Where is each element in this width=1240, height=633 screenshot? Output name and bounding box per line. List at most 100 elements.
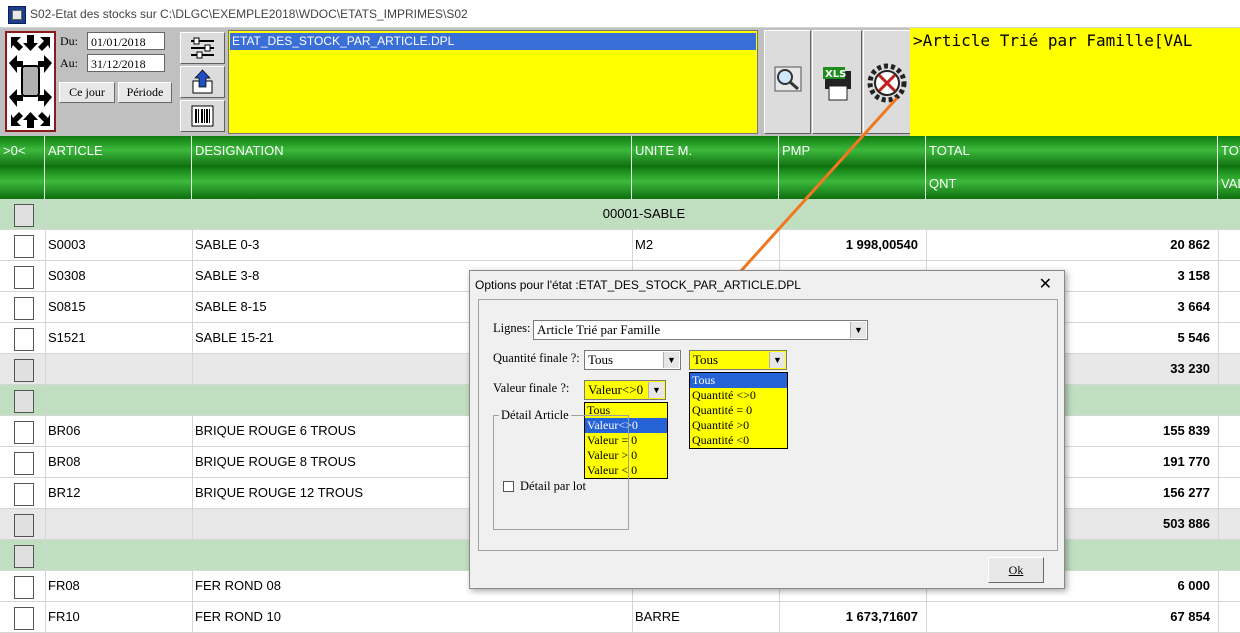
au-date-input[interactable]: 31/12/2018 <box>87 54 165 72</box>
report-list[interactable]: ETAT_DES_STOCK_PAR_ARTICLE.DPL <box>228 30 758 134</box>
valeur-finale-label: Valeur finale ?: <box>493 381 570 395</box>
grid-divider <box>45 199 46 229</box>
periode-button[interactable]: Période <box>118 82 172 103</box>
row-checkbox[interactable] <box>14 514 34 537</box>
chevron-down-icon: ▼ <box>850 322 866 338</box>
export-excel-button[interactable]: XLS <box>812 30 862 134</box>
dropdown-option[interactable]: Quantité <>0 <box>690 388 787 403</box>
col-header-unite[interactable]: UNITE M. <box>632 136 779 167</box>
group-row[interactable]: 00001-SABLE <box>0 199 1240 230</box>
detail-article-group <box>493 415 629 530</box>
table-row[interactable]: S0003 SABLE 0-3 M2 1 998,00540 20 862 <box>0 230 1240 261</box>
preview-button[interactable] <box>764 30 811 134</box>
row-checkbox[interactable] <box>14 297 34 320</box>
subheader-qnt: QNT <box>926 167 1218 199</box>
col-header-flag[interactable]: >0< <box>0 136 45 167</box>
cell-article: FR08 <box>48 578 80 593</box>
grid-divider <box>192 354 193 384</box>
ce-jour-button[interactable]: Ce jour <box>59 82 115 103</box>
cell-pmp: 1 673,71607 <box>845 609 918 624</box>
close-report-button[interactable] <box>863 30 911 134</box>
lignes-select[interactable]: Article Trié par Famille ▼ <box>533 320 868 340</box>
col-header-total[interactable]: TOTAL <box>926 136 1218 167</box>
dialog-close-icon[interactable]: ✕ <box>1039 274 1052 294</box>
grid-divider <box>1218 230 1219 260</box>
cell-designation: FER ROND 10 <box>195 609 281 624</box>
dialog-title: Options pour l'état :ETAT_DES_STOCK_PAR_… <box>475 278 801 292</box>
navigation-pad[interactable] <box>5 31 56 132</box>
col-header-designation[interactable]: DESIGNATION <box>192 136 632 167</box>
upload-button[interactable] <box>180 66 225 98</box>
ok-button[interactable]: Ok <box>988 557 1044 583</box>
subheader-val: VAL <box>1218 167 1240 199</box>
col-header-total-val[interactable]: TOT <box>1218 136 1240 167</box>
navigation-arrows-icon <box>9 35 52 128</box>
cell-unite: M2 <box>635 237 654 252</box>
grid-divider <box>45 540 46 570</box>
row-checkbox[interactable] <box>14 576 34 599</box>
row-checkbox[interactable] <box>14 359 34 382</box>
row-checkbox[interactable] <box>14 483 34 506</box>
cell-designation: SABLE 0-3 <box>195 237 260 252</box>
valeur-finale-select[interactable]: Valeur<>0 ▼ <box>584 380 666 400</box>
dropdown-option[interactable]: Quantité <0 <box>690 433 787 448</box>
row-checkbox[interactable] <box>14 607 34 630</box>
cell-article: BR08 <box>48 454 81 469</box>
grid-divider <box>1218 416 1219 446</box>
row-checkbox[interactable] <box>14 266 34 289</box>
subheader-blank-4 <box>632 167 779 199</box>
cell-unite: BARRE <box>635 609 680 624</box>
row-checkbox[interactable] <box>14 235 34 258</box>
dropdown-option[interactable]: Tous <box>690 373 787 388</box>
chevron-down-icon: ▼ <box>648 382 664 398</box>
cell-total: 20 862 <box>1170 237 1210 252</box>
grid-divider <box>1218 354 1219 384</box>
row-checkbox[interactable] <box>14 452 34 475</box>
grid-divider <box>1218 509 1219 539</box>
lignes-label: Lignes: <box>493 321 531 335</box>
col-header-article[interactable]: ARTICLE <box>45 136 192 167</box>
grid-subheader: QNT VAL <box>0 167 1240 199</box>
row-checkbox[interactable] <box>14 328 34 351</box>
cell-total: 67 854 <box>1170 609 1210 624</box>
chevron-down-icon: ▼ <box>663 352 679 368</box>
table-row[interactable]: FR10 FER ROND 10 BARRE 1 673,71607 67 854 <box>0 602 1240 633</box>
row-checkbox[interactable] <box>14 204 34 227</box>
du-label: Du: <box>60 34 78 48</box>
report-list-selected-item[interactable]: ETAT_DES_STOCK_PAR_ARTICLE.DPL <box>230 33 756 50</box>
detail-par-lot-checkbox[interactable] <box>503 481 514 492</box>
du-date-input[interactable]: 01/01/2018 <box>87 32 165 50</box>
grid-divider <box>1218 447 1219 477</box>
chevron-down-icon: ▼ <box>769 352 785 368</box>
qte-finale-select[interactable]: Tous ▼ <box>584 350 681 370</box>
grid-divider <box>1218 292 1219 322</box>
svg-text:XLS: XLS <box>825 69 846 80</box>
subheader-blank-2 <box>45 167 192 199</box>
col-header-pmp[interactable]: PMP <box>779 136 926 167</box>
qte-finale-select-2-value: Tous <box>693 352 719 367</box>
cell-article: S0815 <box>48 299 86 314</box>
detail-article-label: Détail Article <box>499 408 571 423</box>
sliders-icon <box>191 37 214 59</box>
barcode-button[interactable] <box>180 100 225 132</box>
qte-finale-dropdown[interactable]: Tous Quantité <>0 Quantité = 0 Quantité … <box>689 372 788 449</box>
dropdown-option[interactable]: Quantité = 0 <box>690 403 787 418</box>
row-checkbox[interactable] <box>14 421 34 444</box>
grid-divider <box>1218 571 1219 601</box>
dropdown-option[interactable]: Quantité >0 <box>690 418 787 433</box>
grid-divider <box>192 509 193 539</box>
row-checkbox[interactable] <box>14 545 34 568</box>
row-checkbox[interactable] <box>14 390 34 413</box>
report-title-text: >Article Trié par Famille[VAL <box>913 31 1193 50</box>
qte-finale-select-2[interactable]: Tous ▼ <box>689 350 787 370</box>
cell-pmp: 1 998,00540 <box>845 237 918 252</box>
report-title-area: >Article Trié par Famille[VAL <box>910 28 1240 136</box>
valeur-finale-select-value: Valeur<>0 <box>588 382 644 397</box>
cell-article: S0003 <box>48 237 86 252</box>
grid-divider <box>1218 478 1219 508</box>
grid-header: >0< ARTICLE DESIGNATION UNITE M. PMP TOT… <box>0 136 1240 167</box>
lignes-select-value: Article Trié par Famille <box>537 322 661 337</box>
detail-par-lot-label: Détail par lot <box>520 479 586 493</box>
excel-export-icon: XLS <box>823 67 851 101</box>
settings-button[interactable] <box>180 32 225 64</box>
